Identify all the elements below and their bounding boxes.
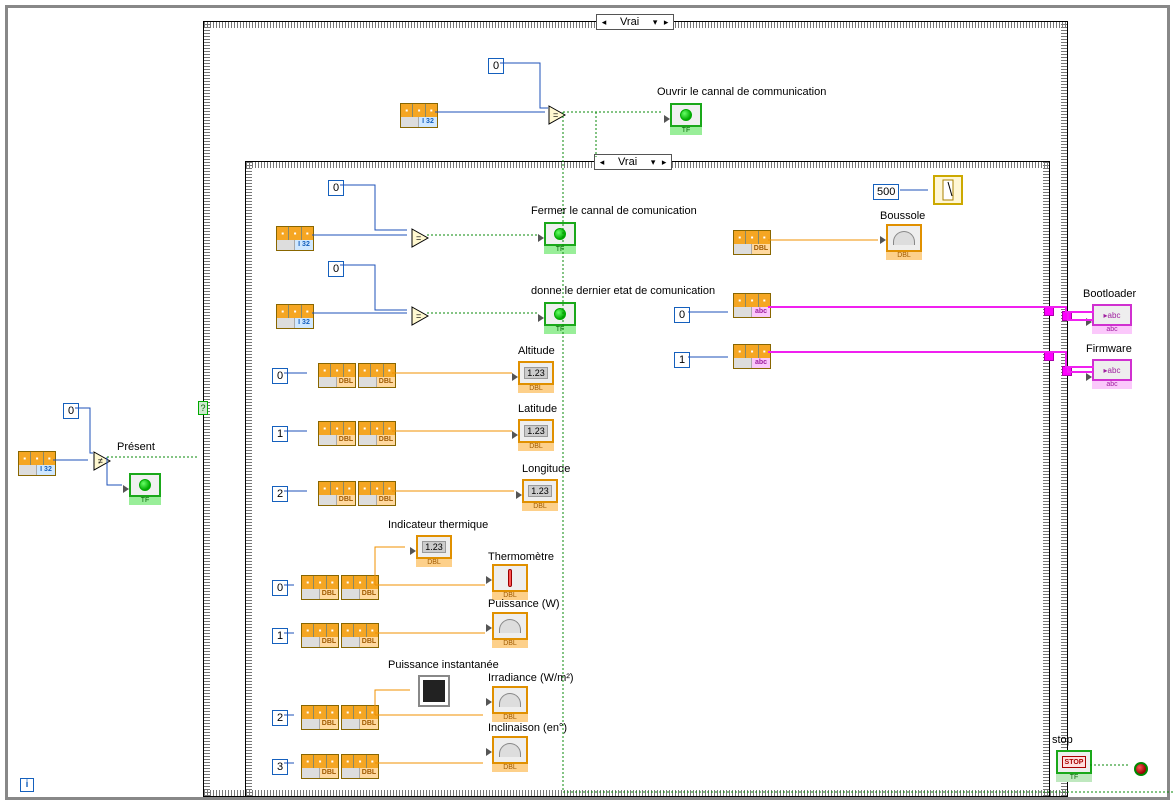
last-state-label: donne le dernier etat de comunication — [531, 285, 715, 297]
loop-iteration-terminal: i — [20, 778, 34, 792]
wait-ms-node — [933, 175, 963, 205]
tunnel-pink-4 — [1062, 366, 1072, 376]
dbl-terminal-therm-b: ▪▪▪ DBL — [341, 575, 379, 600]
const-irr: 2 — [272, 710, 288, 726]
svg-text:=: = — [553, 110, 558, 120]
conditional-tunnel: ? — [198, 401, 208, 415]
case-selector-value: Vrai — [610, 16, 649, 28]
altitude-indicator: 1.23 DBL — [518, 361, 554, 393]
latitude-label: Latitude — [518, 403, 557, 415]
const-r0: 0 — [674, 307, 690, 323]
stop-button-terminal[interactable]: STOP TF — [1056, 750, 1092, 782]
close-channel-indicator: TF — [544, 222, 576, 254]
thermometer-label: Thermomètre — [488, 551, 554, 563]
dbl-terminal-inc-b: ▪▪▪ DBL — [341, 754, 379, 779]
outer-const-0: 0 — [488, 58, 504, 74]
tunnel-pink-2 — [1044, 351, 1054, 361]
dbl-terminal-lat-a: ▪▪▪ DBL — [318, 421, 356, 446]
inner-i32-1a: ▪▪▪ I 32 — [276, 226, 314, 251]
close-channel-label: Fermer le cannal de comunication — [531, 205, 697, 217]
inner-const-top: 0 — [328, 180, 344, 196]
inclination-label: Inclinaison (en°) — [488, 722, 567, 734]
const-zero-left: 0 — [63, 403, 79, 419]
tunnel-pink-3 — [1062, 311, 1072, 321]
boussole-indicator: DBL — [886, 224, 922, 260]
firmware-label: Firmware — [1086, 343, 1132, 355]
tunnel-pink-1 — [1044, 306, 1054, 316]
thermal-ind-label: Indicateur thermique — [388, 519, 488, 531]
dbl-terminal-bouss: ▪▪▪ DBL — [733, 230, 771, 255]
equal-node-1: = — [411, 228, 429, 248]
dbl-terminal-alt-a: ▪▪▪ DBL — [318, 363, 356, 388]
case-inner-next-icon[interactable]: ▸ — [659, 156, 669, 168]
dbl-terminal-alt-b: ▪▪▪ DBL — [358, 363, 396, 388]
open-channel-indicator: TF — [670, 103, 702, 135]
irradiance-label: Irradiance (W/m²) — [488, 672, 574, 684]
case-structure-inner — [245, 161, 1050, 797]
not-equal-node: ≠ — [93, 451, 111, 471]
svg-text:=: = — [416, 311, 421, 321]
equal-node-2: = — [411, 306, 429, 326]
firmware-indicator: ▸abc abc — [1092, 359, 1132, 389]
case-next-icon[interactable]: ▸ — [661, 16, 671, 28]
dbl-terminal-lon-b: ▪▪▪ DBL — [358, 481, 396, 506]
const-500: 500 — [873, 184, 899, 200]
dbl-terminal-irr-b: ▪▪▪ DBL — [341, 705, 379, 730]
power-indicator: DBL — [492, 612, 528, 648]
latitude-indicator: 1.23 DBL — [518, 419, 554, 451]
thermal-indicator: 1.23 DBL — [416, 535, 452, 567]
const-alt: 0 — [272, 368, 288, 384]
open-channel-label: Ouvrir le cannal de communication — [657, 86, 826, 98]
const-r1: 1 — [674, 352, 690, 368]
inclination-indicator: DBL — [492, 736, 528, 772]
const-pwr: 1 — [272, 628, 288, 644]
case-selector-outer[interactable]: ◂ Vrai ▾ ▸ — [596, 14, 674, 30]
dbl-terminal-pwr-a: ▪▪▪ DBL — [301, 623, 339, 648]
const-therm: 0 — [272, 580, 288, 596]
case-inner-dropdown-icon[interactable]: ▾ — [648, 156, 658, 168]
equal-node-outer: = — [548, 105, 566, 125]
case-inner-prev-icon[interactable]: ◂ — [597, 156, 607, 168]
stop-label: stop — [1052, 734, 1073, 746]
case-inner-selector-value: Vrai — [608, 156, 647, 168]
const-inc: 3 — [272, 759, 288, 775]
const-lat: 1 — [272, 426, 288, 442]
irradiance-indicator: DBL — [492, 686, 528, 722]
longitude-label: Longitude — [522, 463, 570, 475]
bootloader-indicator: ▸abc abc — [1092, 304, 1132, 334]
while-loop-frame: ◂ Vrai ▾ ▸ ◂ Vrai ▾ ▸ ? i 0 ▪▪▪ I 32 ≠ P… — [5, 5, 1170, 800]
dbl-terminal-therm-a: ▪▪▪ DBL — [301, 575, 339, 600]
dbl-terminal-pwr-b: ▪▪▪ DBL — [341, 623, 379, 648]
outer-i32-terminal: ▪▪▪ I 32 — [400, 103, 438, 128]
inner-i32-2: ▪▪▪ I 32 — [276, 304, 314, 329]
dbl-terminal-irr-a: ▪▪▪ DBL — [301, 705, 339, 730]
dbl-terminal-lon-a: ▪▪▪ DBL — [318, 481, 356, 506]
present-label: Présent — [117, 441, 155, 453]
loop-stop-condition — [1134, 762, 1148, 776]
const-lon: 2 — [272, 486, 288, 502]
altitude-label: Altitude — [518, 345, 555, 357]
instant-power-label: Puissance instantanée — [388, 659, 499, 671]
svg-text:≠: ≠ — [98, 456, 103, 466]
power-label: Puissance (W) — [488, 598, 560, 610]
case-dropdown-icon[interactable]: ▾ — [650, 16, 660, 28]
case-selector-inner[interactable]: ◂ Vrai ▾ ▸ — [594, 154, 672, 170]
str-terminal-0: ▪▪▪ abc — [733, 293, 771, 318]
longitude-indicator: 1.23 DBL — [522, 479, 558, 511]
svg-text:=: = — [416, 233, 421, 243]
bootloader-label: Bootloader — [1083, 288, 1136, 300]
dbl-terminal-lat-b: ▪▪▪ DBL — [358, 421, 396, 446]
instant-power-chart — [418, 675, 450, 707]
i32-terminal-left: ▪▪▪ I 32 — [18, 451, 56, 476]
present-indicator: TF — [129, 473, 161, 505]
boussole-label: Boussole — [880, 210, 925, 222]
inner-const-mid: 0 — [328, 261, 344, 277]
str-terminal-1: ▪▪▪ abc — [733, 344, 771, 369]
dbl-terminal-inc-a: ▪▪▪ DBL — [301, 754, 339, 779]
thermometer-indicator: DBL — [492, 564, 528, 600]
case-prev-icon[interactable]: ◂ — [599, 16, 609, 28]
last-state-indicator: TF — [544, 302, 576, 334]
